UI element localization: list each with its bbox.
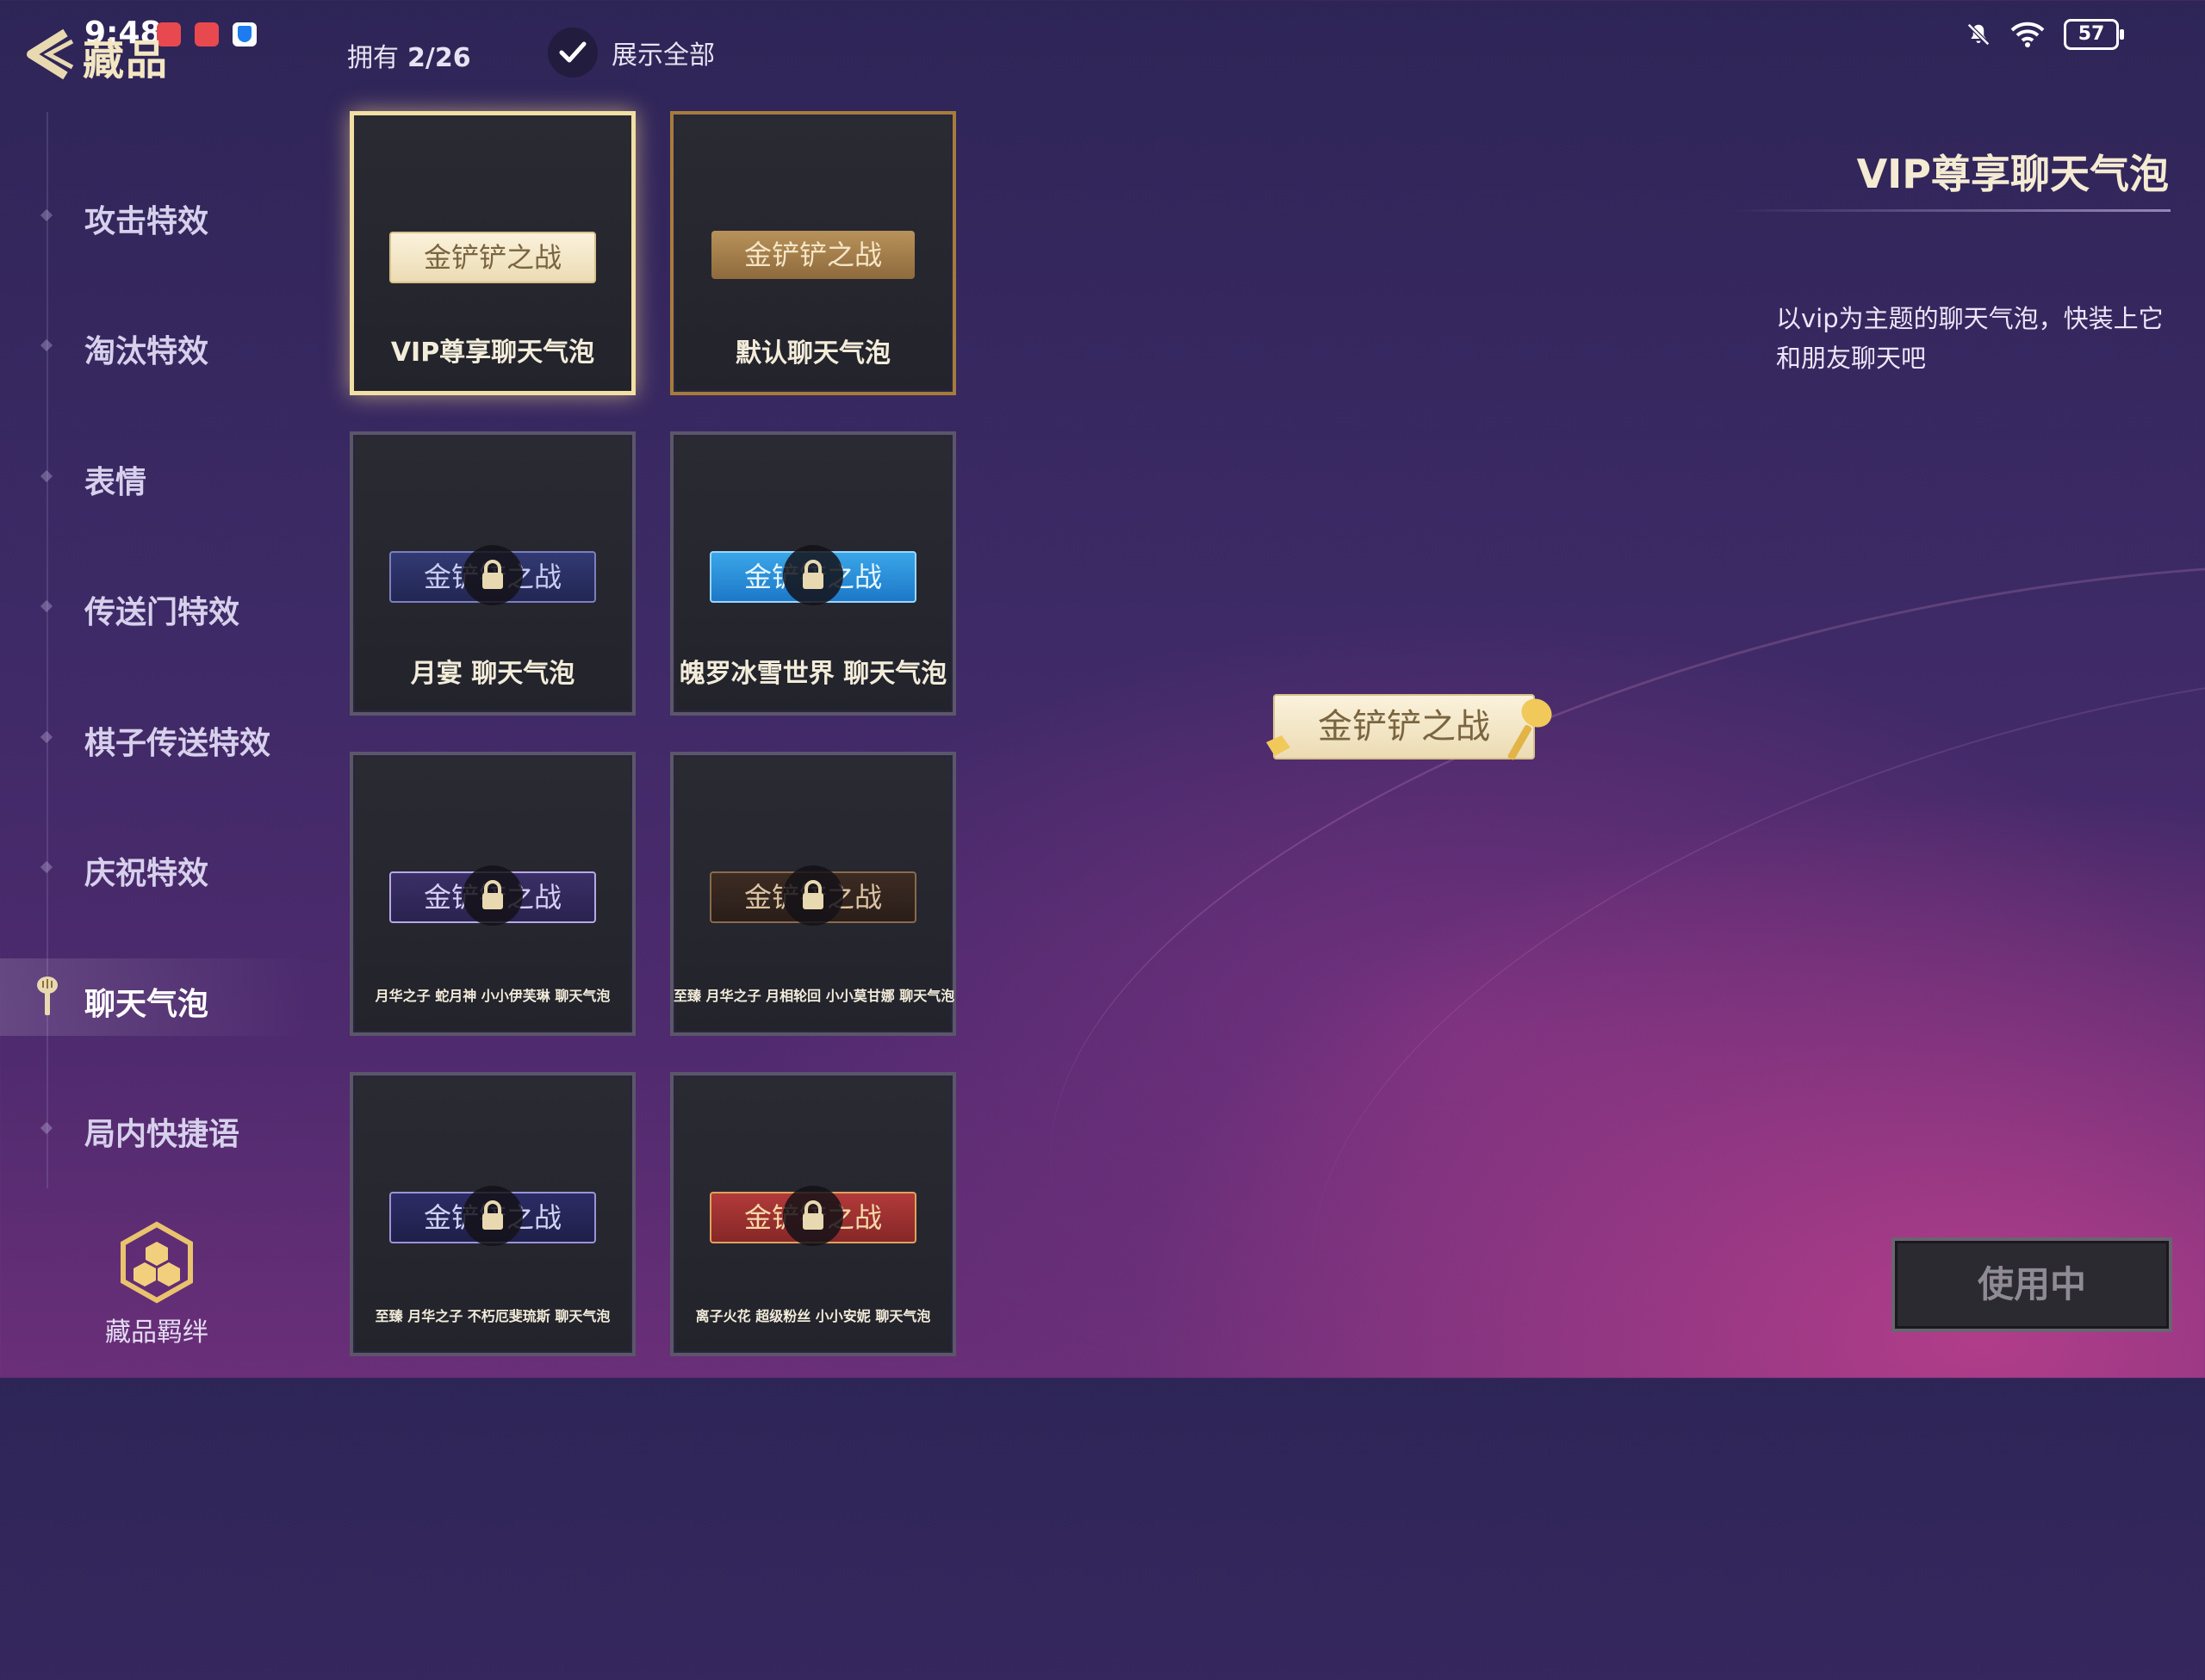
mute-bell-icon	[1966, 22, 1991, 46]
battery-indicator: 57	[2064, 19, 2124, 50]
card-name: 至臻 月华之子 不朽厄斐琉斯 聊天气泡	[375, 1308, 611, 1324]
diamond-icon	[40, 730, 53, 744]
bubble-card-vip[interactable]: 金铲铲之战 VIP尊享聊天气泡	[350, 111, 636, 395]
lock-icon	[783, 545, 843, 605]
card-name: 魄罗冰雪世界 聊天气泡	[679, 659, 947, 689]
sidebar-item-piece-teleport-effect[interactable]: 棋子传送特效	[0, 697, 310, 775]
sidebar-item-label: 局内快捷语	[84, 1117, 240, 1152]
card-name: 月宴 聊天气泡	[410, 659, 575, 689]
sidebar-item-label: 棋子传送特效	[84, 726, 271, 761]
bubble-card-moon-feast[interactable]: 金铲铲之战 月宴 聊天气泡	[350, 431, 636, 716]
hexagon-cluster-icon	[121, 1221, 193, 1304]
golden-spatula-icon	[37, 976, 58, 1015]
shield-icon	[233, 22, 257, 46]
card-name: VIP尊享聊天气泡	[390, 338, 595, 368]
sidebar-item-label: 表情	[84, 465, 147, 500]
sidebar-item-celebration-effect[interactable]: 庆祝特效	[0, 828, 310, 905]
detail-title: VIP尊享聊天气泡	[1856, 151, 2169, 197]
sidebar-item-label: 聊天气泡	[84, 987, 209, 1022]
bubble-card-default[interactable]: 金铲铲之战 默认聊天气泡	[670, 111, 956, 395]
page-title: 藏品	[83, 36, 170, 84]
diamond-icon	[40, 860, 53, 874]
bubble-card-lunar-evelynn[interactable]: 金铲铲之战 月华之子 蛇月神 小小伊芙琳 聊天气泡	[350, 752, 636, 1036]
card-name: 默认聊天气泡	[736, 338, 891, 369]
wifi-icon	[2010, 22, 2045, 47]
sidebar-item-label: 攻击特效	[84, 204, 209, 239]
show-all-toggle[interactable]: 展示全部	[548, 28, 715, 77]
sidebar-item-elimination-effect[interactable]: 淘汰特效	[0, 306, 310, 383]
bubble-card-lunar-morgana[interactable]: 金铲铲之战 至臻 月华之子 月相轮回 小小莫甘娜 聊天气泡	[670, 752, 956, 1036]
bubble-preview: 金铲铲之战	[711, 231, 915, 279]
sidebar-item-portal-effect[interactable]: 传送门特效	[0, 567, 310, 644]
in-use-button[interactable]: 使用中	[1891, 1237, 2172, 1332]
sidebar-item-label: 庆祝特效	[84, 856, 209, 891]
card-name: 至臻 月华之子 月相轮回 小小莫甘娜 聊天气泡	[674, 988, 955, 1004]
bubble-preview: 金铲铲之战	[389, 232, 596, 283]
bubble-card-spark-annie[interactable]: 金铲铲之战 离子火花 超级粉丝 小小安妮 聊天气泡	[670, 1072, 956, 1356]
diamond-icon	[40, 1121, 53, 1135]
bubble-card-ice-world[interactable]: 金铲铲之战 魄罗冰雪世界 聊天气泡	[670, 431, 956, 716]
card-name: 离子火花 超级粉丝 小小安妮 聊天气泡	[695, 1308, 931, 1324]
sidebar-item-label: 淘汰特效	[84, 334, 209, 369]
lock-icon	[783, 865, 843, 926]
large-bubble-preview: 金铲铲之战	[1273, 694, 1535, 759]
lock-icon	[463, 1186, 523, 1246]
golden-spatula-icon	[1266, 735, 1290, 756]
sidebar-item-attack-effect[interactable]: 攻击特效	[0, 176, 310, 253]
bond-label: 藏品羁绊	[105, 1317, 208, 1348]
owned-counter: 拥有 2/26	[347, 36, 471, 74]
collection-bond-button[interactable]: 藏品羁绊	[96, 1221, 217, 1348]
lock-icon	[463, 865, 523, 926]
diamond-icon	[40, 469, 53, 483]
divider	[1731, 209, 2171, 212]
checkmark-icon[interactable]	[548, 28, 598, 77]
owned-count: 2/26	[407, 43, 471, 73]
sidebar-item-quick-chat[interactable]: 局内快捷语	[0, 1088, 310, 1166]
bubble-card-lunar-aphelios[interactable]: 金铲铲之战 至臻 月华之子 不朽厄斐琉斯 聊天气泡	[350, 1072, 636, 1356]
card-name: 月华之子 蛇月神 小小伊芙琳 聊天气泡	[375, 988, 611, 1004]
golden-spatula-icon	[1507, 698, 1552, 760]
diamond-icon	[40, 208, 53, 222]
sidebar-item-emotes[interactable]: 表情	[0, 437, 310, 514]
sidebar-item-label: 传送门特效	[84, 595, 240, 630]
lock-icon	[463, 545, 523, 605]
system-indicators: 57	[1966, 19, 2124, 50]
notification-icon	[195, 22, 219, 46]
owned-label: 拥有	[347, 43, 399, 73]
show-all-label: 展示全部	[612, 40, 715, 71]
back-arrow-icon[interactable]	[19, 28, 79, 81]
diamond-icon	[40, 599, 53, 613]
diamond-icon	[40, 338, 53, 352]
sidebar-item-chat-bubble[interactable]: 聊天气泡	[0, 958, 310, 1036]
lock-icon	[783, 1186, 843, 1246]
detail-description: 以vip为主题的聊天气泡，快装上它和朋友聊天吧	[1776, 304, 2164, 373]
